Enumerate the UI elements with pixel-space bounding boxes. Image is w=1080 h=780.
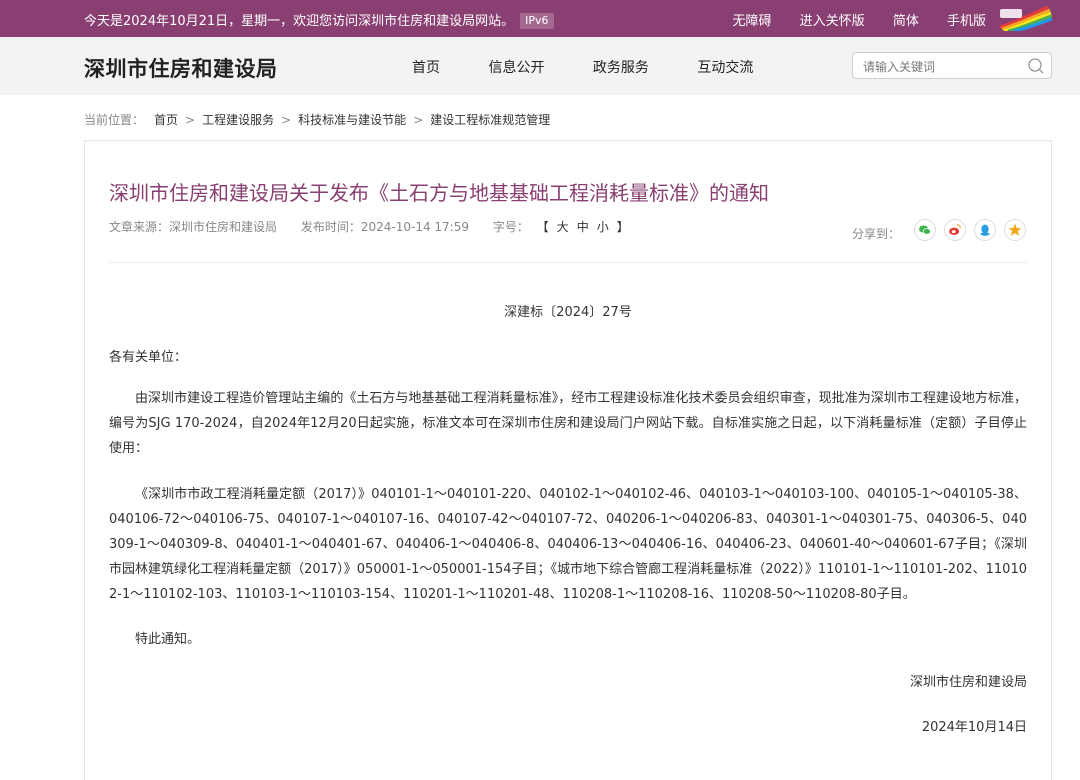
search-icon[interactable] xyxy=(1027,57,1045,75)
title-divider xyxy=(109,262,1027,263)
qzone-icon[interactable] xyxy=(1004,219,1026,241)
breadcrumb-tech-standards[interactable]: 科技标准与建设节能 xyxy=(298,113,406,127)
breadcrumb-separator: > xyxy=(185,113,196,127)
ipv6-badge: IPv6 xyxy=(520,13,554,29)
font-size-label: 字号： xyxy=(492,220,529,234)
breadcrumb-standards-management[interactable]: 建设工程标准规范管理 xyxy=(430,113,550,127)
rainbow-logo-icon[interactable] xyxy=(996,5,1052,31)
breadcrumb-construction-services[interactable]: 工程建设服务 xyxy=(202,113,274,127)
closing-notice: 特此通知。 xyxy=(135,632,201,647)
top-links: 无障碍 进入关怀版 简体 手机版 xyxy=(709,10,986,29)
font-size-medium-button[interactable]: 中 xyxy=(577,220,589,234)
main-nav: 首页 信息公开 政务服务 互动交流 xyxy=(412,57,797,77)
publish-time: 发布时间：2024-10-14 17:59 xyxy=(300,220,469,234)
welcome-message: 今天是2024年10月21日，星期一，欢迎您访问深圳市住房和建设局网站。 IPv6 xyxy=(84,10,554,29)
article-source: 文章来源：深圳市住房和建设局 xyxy=(109,220,278,234)
bracket-open: 【 xyxy=(536,220,549,234)
article-title: 深圳市住房和建设局关于发布《土石方与地基基础工程消耗量标准》的通知 xyxy=(109,181,769,205)
site-title[interactable]: 深圳市住房和建设局 xyxy=(84,53,278,83)
article-card: 深圳市住房和建设局关于发布《土石方与地基基础工程消耗量标准》的通知 文章来源：深… xyxy=(84,140,1052,780)
nav-home[interactable]: 首页 xyxy=(412,60,440,76)
mobile-version-link[interactable]: 手机版 xyxy=(947,14,986,29)
breadcrumb-label: 当前位置： xyxy=(84,113,145,127)
breadcrumb-separator: > xyxy=(281,113,292,127)
accessibility-link[interactable]: 无障碍 xyxy=(733,14,772,29)
breadcrumb: 当前位置： 首页 > 工程建设服务 > 科技标准与建设节能 > 建设工程标准规范管理 xyxy=(84,111,550,128)
paragraph-discontinued-items: 《深圳市市政工程消耗量定额（2017）》040101-1～040101-220、… xyxy=(109,487,1027,602)
nav-info-disclosure[interactable]: 信息公开 xyxy=(488,60,544,76)
nav-government-services[interactable]: 政务服务 xyxy=(593,60,649,76)
qq-icon[interactable] xyxy=(974,219,996,241)
search-input[interactable] xyxy=(861,57,1025,77)
bracket-close: 】 xyxy=(616,220,629,234)
search-box xyxy=(852,52,1052,79)
font-size-small-button[interactable]: 小 xyxy=(597,220,609,234)
article-meta: 文章来源：深圳市住房和建设局 发布时间：2024-10-14 17:59 字号：… xyxy=(109,218,633,235)
nav-interaction[interactable]: 互动交流 xyxy=(697,60,753,76)
font-size-large-button[interactable]: 大 xyxy=(557,220,569,234)
issue-date: 2024年10月14日 xyxy=(921,720,1027,735)
breadcrumb-separator: > xyxy=(413,113,424,127)
simplified-chinese-link[interactable]: 简体 xyxy=(893,14,919,29)
wechat-icon[interactable] xyxy=(914,219,936,241)
care-mode-link[interactable]: 进入关怀版 xyxy=(800,14,865,29)
font-size-controls: 【大中小】 xyxy=(533,220,633,234)
weibo-icon[interactable] xyxy=(944,219,966,241)
share-label: 分享到： xyxy=(851,227,900,241)
welcome-text: 今天是2024年10月21日，星期一，欢迎您访问深圳市住房和建设局网站。 xyxy=(84,14,515,29)
paragraph-approval: 由深圳市建设工程造价管理站主编的《土石方与地基基础工程消耗量标准》，经市工程建设… xyxy=(109,391,1027,456)
salutation: 各有关单位： xyxy=(109,350,188,365)
breadcrumb-home[interactable]: 首页 xyxy=(154,113,178,127)
document-number: 深建标〔2024〕27号 xyxy=(504,305,632,320)
site-header: 深圳市住房和建设局 首页 信息公开 政务服务 互动交流 xyxy=(0,37,1080,95)
issuer-signature: 深圳市住房和建设局 xyxy=(909,675,1027,690)
top-bar: 今天是2024年10月21日，星期一，欢迎您访问深圳市住房和建设局网站。 IPv6… xyxy=(0,0,1080,37)
